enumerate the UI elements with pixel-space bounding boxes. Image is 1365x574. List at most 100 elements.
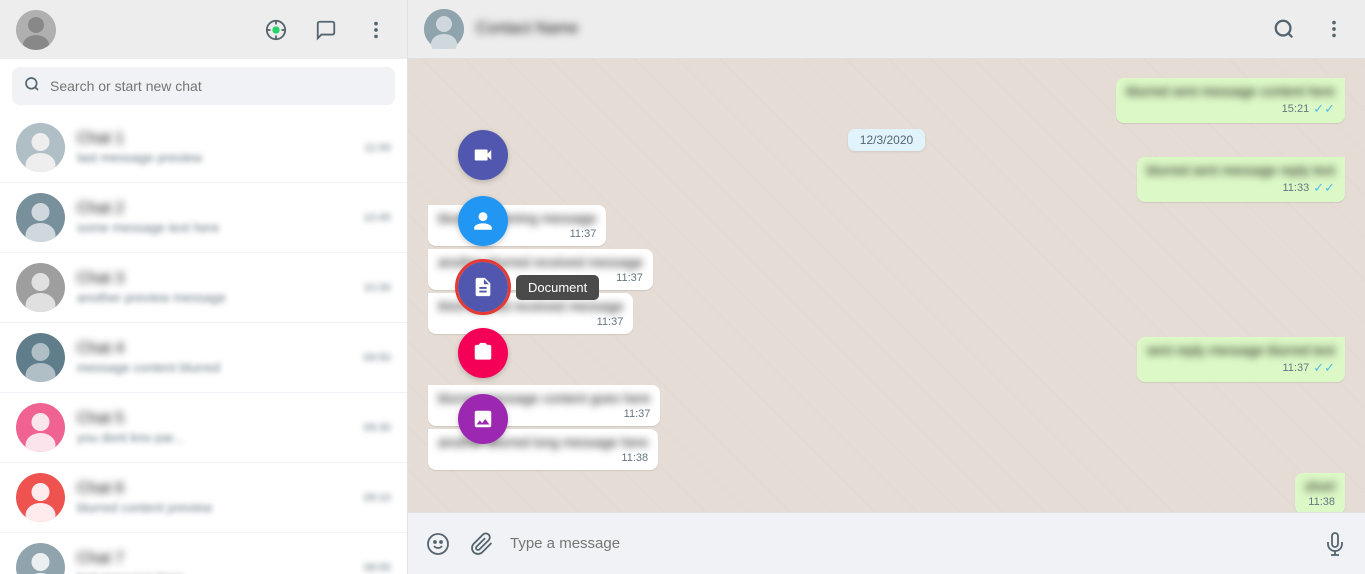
- avatar: [16, 543, 65, 574]
- avatar: [16, 473, 65, 522]
- message: short 11:38: [428, 473, 1345, 512]
- message-bubble: blurred sent message reply text 11:33 ✓✓: [1137, 157, 1345, 202]
- chat-name: Chat 1: [77, 130, 352, 148]
- chat-time: 09:30: [363, 422, 391, 434]
- list-item[interactable]: Chat 6 blurred content preview 09:10: [0, 463, 407, 533]
- message-time: 11:38: [621, 452, 648, 464]
- chat-area: blurred sent message content here 15:21 …: [408, 59, 1365, 512]
- chat-meta: 08:55: [363, 562, 391, 574]
- chat-meta: 09:50: [363, 352, 391, 364]
- avatar: [16, 193, 65, 242]
- message-text: blurred sent message reply text: [1147, 163, 1335, 178]
- left-header: [0, 0, 407, 59]
- bubble-meta: 11:38: [1305, 496, 1335, 508]
- read-receipt: ✓✓: [1313, 101, 1335, 117]
- avatar: [16, 403, 65, 452]
- chat-name: Chat 2: [77, 200, 351, 218]
- search-bar[interactable]: [12, 67, 395, 105]
- chat-time: 09:10: [363, 492, 391, 504]
- bubble-meta: 11:38: [438, 452, 648, 464]
- read-receipt: ✓✓: [1313, 180, 1335, 196]
- bubble-meta: 11:33 ✓✓: [1147, 180, 1335, 196]
- message-time: 11:37: [616, 272, 643, 284]
- message-time: 11:37: [597, 316, 624, 328]
- chat-preview: another preview message: [77, 290, 351, 305]
- avatar: [16, 263, 65, 312]
- chat-name: Chat 4: [77, 340, 351, 358]
- message-text: blurred sent message content here: [1126, 84, 1335, 99]
- attach-gallery-button[interactable]: [458, 394, 508, 444]
- contact-name: Contact Name: [476, 20, 578, 38]
- right-header-icons: [1269, 14, 1349, 44]
- message-input[interactable]: [510, 535, 1307, 552]
- contact-avatar[interactable]: [424, 9, 464, 49]
- message-time: 11:37: [624, 408, 651, 420]
- bubble-meta: 11:37 ✓✓: [1147, 360, 1335, 376]
- list-item[interactable]: Chat 1 last message preview 11:00: [0, 113, 407, 183]
- message-bubble: short 11:38: [1295, 473, 1345, 512]
- search-input[interactable]: [50, 78, 383, 94]
- chat-time: 08:55: [363, 562, 391, 574]
- chat-name: Chat 5: [77, 410, 351, 428]
- message-bubble: blurred incoming message 11:37: [428, 205, 606, 246]
- menu-icon-right[interactable]: [1319, 14, 1349, 44]
- chat-time: 11:00: [364, 142, 391, 154]
- list-item[interactable]: Chat 2 some message text here 10:45: [0, 183, 407, 253]
- message: blurred sent message content here 15:21 …: [428, 78, 1345, 123]
- attach-button[interactable]: [466, 528, 498, 560]
- avatar: [16, 123, 65, 172]
- attach-document-button[interactable]: Document: [458, 262, 508, 312]
- chat-preview: last message here: [77, 570, 351, 574]
- new-chat-icon[interactable]: [311, 15, 341, 45]
- chat-preview: blurred content preview: [77, 500, 351, 515]
- menu-icon-left[interactable]: [361, 15, 391, 45]
- list-item[interactable]: Chat 5 you dont kno par... 09:30: [0, 393, 407, 463]
- chat-list: Chat 1 last message preview 11:00 Chat 2…: [0, 113, 407, 574]
- message: blurred sent message reply text 11:33 ✓✓: [428, 157, 1345, 202]
- chat-name: Chat 6: [77, 480, 351, 498]
- status-icon[interactable]: [261, 15, 291, 45]
- message-text: short: [1305, 479, 1335, 494]
- chat-info: Chat 7 last message here: [77, 550, 351, 574]
- attachment-popup: Document: [458, 130, 508, 444]
- document-label: Document: [516, 275, 599, 300]
- mic-button[interactable]: [1319, 528, 1351, 560]
- chat-meta: 09:30: [363, 422, 391, 434]
- list-item[interactable]: Chat 7 last message here 08:55: [0, 533, 407, 574]
- attach-contact-button[interactable]: [458, 196, 508, 246]
- emoji-button[interactable]: [422, 528, 454, 560]
- message: blurred message content goes here 11:37: [428, 385, 1345, 426]
- list-item[interactable]: Chat 3 another preview message 10:30: [0, 253, 407, 323]
- contact-info[interactable]: Contact Name: [476, 20, 578, 38]
- chat-preview: message content blurred: [77, 360, 351, 375]
- chat-info: Chat 5 you dont kno par...: [77, 410, 351, 445]
- chat-meta: 11:00: [364, 142, 391, 154]
- attach-camera-button[interactable]: [458, 328, 508, 378]
- chat-info: Chat 4 message content blurred: [77, 340, 351, 375]
- chat-meta: 10:30: [363, 282, 391, 294]
- message-time: 15:21: [1282, 103, 1310, 115]
- right-header: Contact Name: [408, 0, 1365, 59]
- chat-name: Chat 7: [77, 550, 351, 568]
- search-icon: [24, 76, 40, 96]
- input-bar: [408, 512, 1365, 574]
- list-item[interactable]: Chat 4 message content blurred 09:50: [0, 323, 407, 393]
- message-time: 11:37: [1282, 362, 1309, 374]
- chat-name: Chat 3: [77, 270, 351, 288]
- message-bubble: sent reply message blurred text 11:37 ✓✓: [1137, 337, 1345, 382]
- chat-time: 09:50: [363, 352, 391, 364]
- chat-time: 10:45: [363, 212, 391, 224]
- message-time: 11:38: [1308, 496, 1335, 508]
- attach-video-button[interactable]: [458, 130, 508, 180]
- chat-preview: last message preview: [77, 150, 352, 165]
- chat-preview: some message text here: [77, 220, 351, 235]
- right-panel: Contact Name blurred sent message conten…: [408, 0, 1365, 574]
- chat-preview: you dont kno par...: [77, 430, 351, 445]
- message-time: 11:33: [1282, 182, 1309, 194]
- avatar: [16, 333, 65, 382]
- chat-info: Chat 1 last message preview: [77, 130, 352, 165]
- user-avatar[interactable]: [16, 10, 56, 50]
- message-text: sent reply message blurred text: [1147, 343, 1335, 358]
- search-button[interactable]: [1269, 14, 1299, 44]
- chat-info: Chat 3 another preview message: [77, 270, 351, 305]
